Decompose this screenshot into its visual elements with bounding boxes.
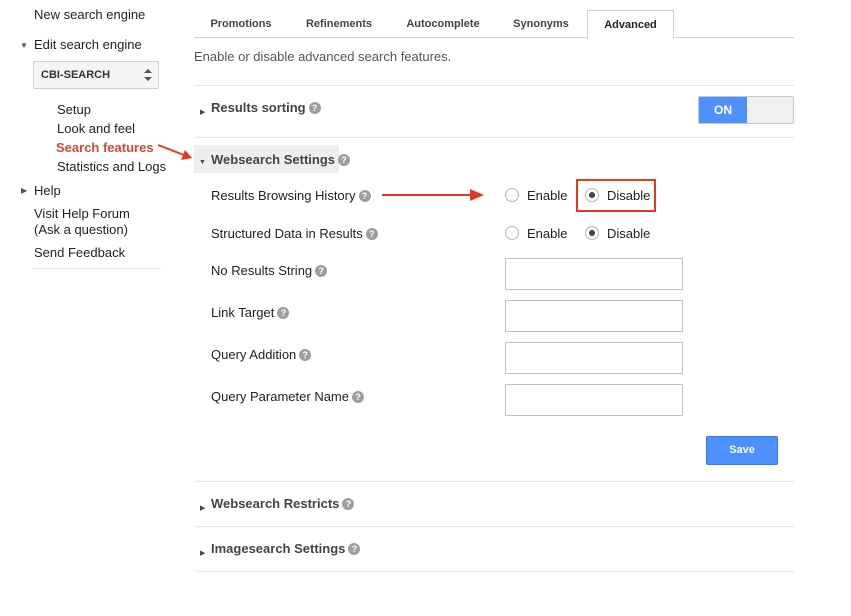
save-button[interactable]: Save [706,436,778,465]
field-label-text: Link Target [211,305,275,320]
sidebar-item-search-features[interactable]: Search features [56,140,154,155]
help-icon[interactable]: ? [308,102,321,114]
divider [194,481,794,482]
row-label-text: Structured Data in Results [211,226,363,241]
websearch-settings-header[interactable]: Websearch Settings? [211,152,351,167]
sidebar-help-forum-sub[interactable]: (Ask a question) [34,222,128,237]
imagesearch-settings-title: Imagesearch Settings [211,541,346,556]
help-icon[interactable]: ? [338,154,351,166]
expand-right-icon[interactable]: ▶ [21,186,27,195]
sidebar-edit-search-engine[interactable]: Edit search engine [34,37,142,52]
tab-autocomplete[interactable]: Autocomplete [395,10,491,38]
row-label-text: Results Browsing History [211,188,356,203]
field-label-text: Query Addition [211,347,297,362]
no-results-string-input[interactable] [505,258,683,290]
structured-data-enable-radio[interactable] [505,226,519,240]
updown-arrows-icon [144,69,152,81]
expand-down-icon[interactable]: ▼ [199,159,206,166]
expand-right-icon[interactable]: ▶ [200,549,205,557]
sidebar-item-look-and-feel[interactable]: Look and feel [57,121,135,136]
link-target-input[interactable] [505,300,683,332]
field-label-text: No Results String [211,263,313,278]
structured-data-disable-radio[interactable] [585,226,599,240]
results-browsing-history-enable-radio[interactable] [505,188,519,202]
tab-promotions[interactable]: Promotions [196,10,286,38]
results-browsing-history-enable-label[interactable]: Enable [527,188,567,203]
tab-bar-line [194,37,794,38]
websearch-restricts-title: Websearch Restricts [211,496,340,511]
field-label-text: Query Parameter Name [211,389,349,404]
engine-select[interactable]: CBI-SEARCH [33,61,159,89]
results-sorting-toggle[interactable]: ON [698,96,794,124]
results-browsing-history-label: Results Browsing History? [211,188,371,203]
expand-right-icon[interactable]: ▶ [200,108,205,116]
sidebar-new-search-engine[interactable]: New search engine [34,7,145,22]
sidebar-item-statistics-and-logs[interactable]: Statistics and Logs [57,159,166,174]
expand-right-icon[interactable]: ▶ [200,504,205,512]
divider [194,526,794,527]
annotation-arrow-icon [157,144,192,160]
structured-data-disable-label[interactable]: Disable [607,226,650,241]
divider [194,85,794,86]
sidebar-help[interactable]: Help [34,183,61,198]
help-icon[interactable]: ? [277,307,290,319]
sidebar-divider [33,268,161,269]
no-results-string-label: No Results String? [211,263,328,278]
sidebar-send-feedback[interactable]: Send Feedback [34,245,125,260]
help-icon[interactable]: ? [348,543,361,555]
engine-select-value: CBI-SEARCH [41,69,111,81]
results-sorting-header[interactable]: Results sorting? [211,100,321,115]
imagesearch-settings-header[interactable]: Imagesearch Settings? [211,541,361,556]
link-target-label: Link Target? [211,305,290,320]
query-parameter-name-input[interactable] [505,384,683,416]
tab-advanced[interactable]: Advanced [587,10,674,39]
toggle-on-label: ON [699,97,747,123]
query-addition-input[interactable] [505,342,683,374]
help-icon[interactable]: ? [352,391,364,403]
sidebar-item-setup[interactable]: Setup [57,102,91,117]
divider [194,137,794,138]
expand-down-icon[interactable]: ▼ [20,41,28,50]
websearch-settings-title: Websearch Settings [211,152,336,167]
annotation-highlight-box [576,179,656,212]
query-parameter-name-label: Query Parameter Name? [211,389,364,404]
divider [194,571,794,572]
help-icon[interactable]: ? [315,265,328,277]
structured-data-enable-label[interactable]: Enable [527,226,567,241]
tab-refinements[interactable]: Refinements [293,10,385,38]
tab-synonyms[interactable]: Synonyms [500,10,582,38]
query-addition-label: Query Addition? [211,347,312,362]
help-icon[interactable]: ? [365,228,378,240]
sidebar-help-forum[interactable]: Visit Help Forum [34,206,130,221]
help-icon[interactable]: ? [358,190,371,202]
structured-data-label: Structured Data in Results? [211,226,378,241]
annotation-arrow-icon [382,189,484,201]
results-sorting-title: Results sorting [211,100,306,115]
help-icon[interactable]: ? [342,498,355,510]
websearch-restricts-header[interactable]: Websearch Restricts? [211,496,355,511]
help-icon[interactable]: ? [299,349,312,361]
intro-text: Enable or disable advanced search featur… [194,49,452,64]
